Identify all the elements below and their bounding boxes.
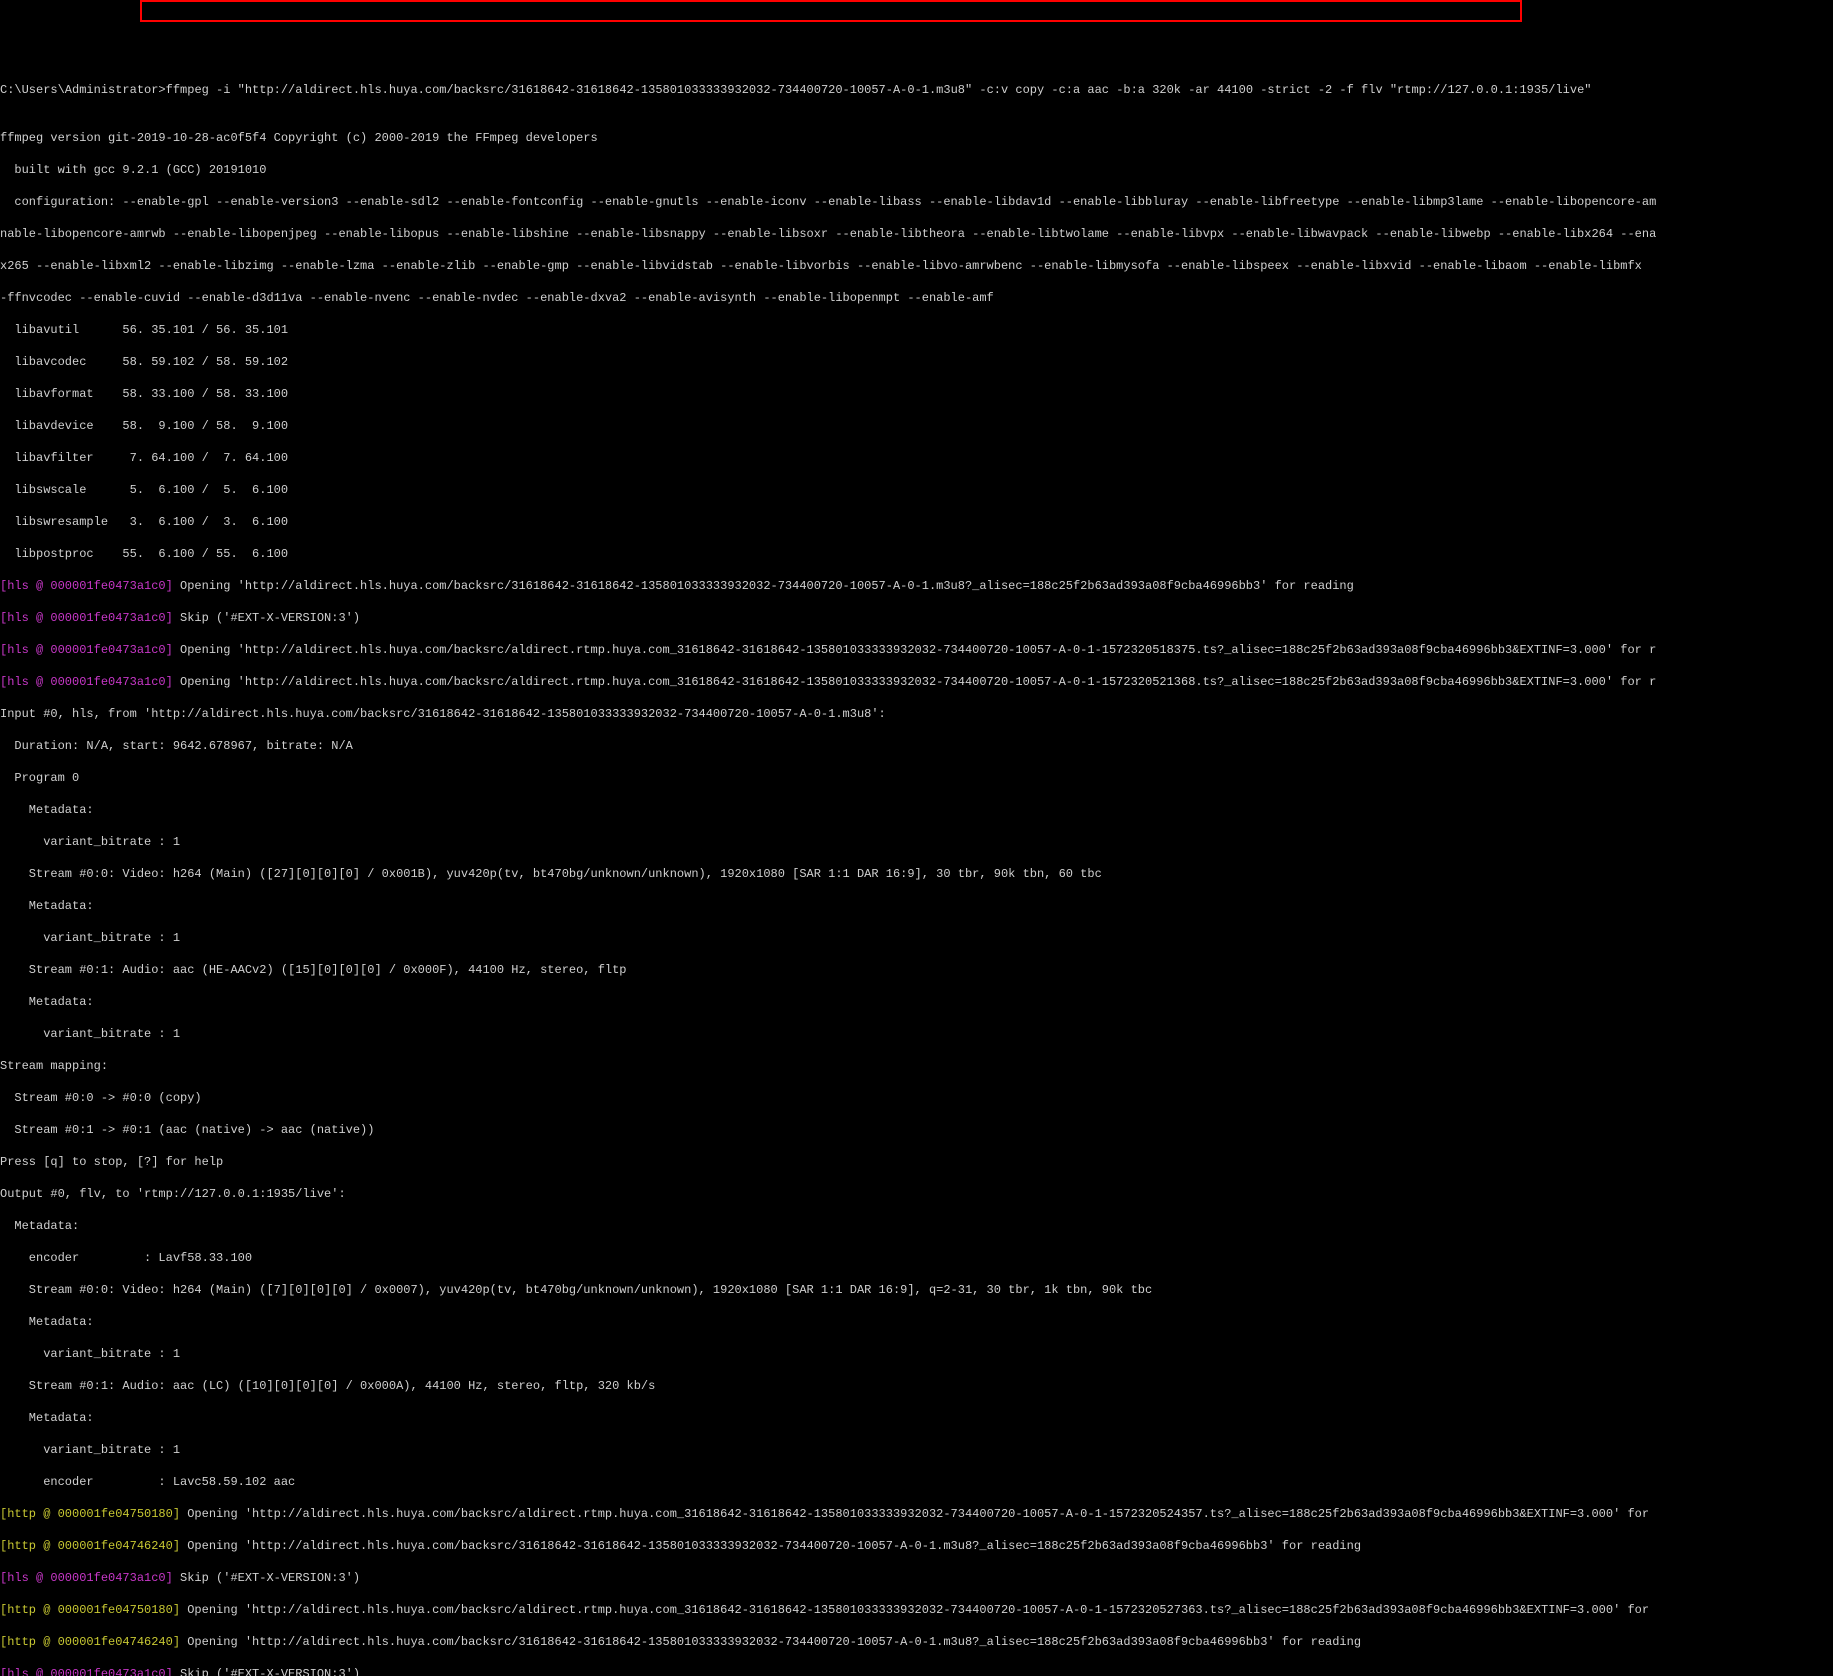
hls-msg-5: Skip ('#EXT-X-VERSION:3') — [173, 1571, 360, 1585]
http-tag-4: [http @ 000001fe04746240] — [0, 1635, 180, 1649]
hls-msg-4: Opening 'http://aldirect.hls.huya.com/ba… — [173, 675, 1656, 689]
libavfilter: libavfilter 7. 64.100 / 7. 64.100 — [0, 450, 1833, 466]
hls-msg-2: Skip ('#EXT-X-VERSION:3') — [173, 611, 360, 625]
encoder-2: encoder : Lavc58.59.102 aac — [0, 1474, 1833, 1490]
libavdevice: libavdevice 58. 9.100 / 58. 9.100 — [0, 418, 1833, 434]
configuration-1: configuration: --enable-gpl --enable-ver… — [0, 194, 1833, 210]
hls-tag-5: [hls @ 000001fe0473a1c0] — [0, 1571, 173, 1585]
http-msg-1: Opening 'http://aldirect.hls.huya.com/ba… — [180, 1507, 1649, 1521]
http-tag-3: [http @ 000001fe04750180] — [0, 1603, 180, 1617]
http-msg-2: Opening 'http://aldirect.hls.huya.com/ba… — [180, 1539, 1361, 1553]
metadata-4: Metadata: — [0, 1218, 1833, 1234]
metadata-6: Metadata: — [0, 1410, 1833, 1426]
map-0-0: Stream #0:0 -> #0:0 (copy) — [0, 1090, 1833, 1106]
hls-tag-4: [hls @ 000001fe0473a1c0] — [0, 675, 173, 689]
encoder-1: encoder : Lavf58.33.100 — [0, 1250, 1833, 1266]
built-with: built with gcc 9.2.1 (GCC) 20191010 — [0, 162, 1833, 178]
prompt-text: C:\Users\Administrator> — [0, 83, 166, 97]
http-tag-1: [http @ 000001fe04750180] — [0, 1507, 180, 1521]
program-0: Program 0 — [0, 770, 1833, 786]
metadata-3: Metadata: — [0, 994, 1833, 1010]
map-0-1: Stream #0:1 -> #0:1 (aac (native) -> aac… — [0, 1122, 1833, 1138]
input-header: Input #0, hls, from 'http://aldirect.hls… — [0, 706, 1833, 722]
variant-bitrate-5: variant_bitrate : 1 — [0, 1442, 1833, 1458]
hls-msg-3: Opening 'http://aldirect.hls.huya.com/ba… — [173, 643, 1656, 657]
stream-0-1-in: Stream #0:1: Audio: aac (HE-AACv2) ([15]… — [0, 962, 1833, 978]
hls-tag-1: [hls @ 000001fe0473a1c0] — [0, 579, 173, 593]
press-q: Press [q] to stop, [?] for help — [0, 1154, 1833, 1170]
hls-msg-6: Skip ('#EXT-X-VERSION:3') — [173, 1667, 360, 1676]
libavcodec: libavcodec 58. 59.102 / 58. 59.102 — [0, 354, 1833, 370]
configuration-3: x265 --enable-libxml2 --enable-libzimg -… — [0, 258, 1833, 274]
stream-0-0-in: Stream #0:0: Video: h264 (Main) ([27][0]… — [0, 866, 1833, 882]
variant-bitrate-4: variant_bitrate : 1 — [0, 1346, 1833, 1362]
http-msg-3: Opening 'http://aldirect.hls.huya.com/ba… — [180, 1603, 1649, 1617]
stream-mapping: Stream mapping: — [0, 1058, 1833, 1074]
http-tag-2: [http @ 000001fe04746240] — [0, 1539, 180, 1553]
hls-tag-6: [hls @ 000001fe0473a1c0] — [0, 1667, 173, 1676]
hls-tag-3: [hls @ 000001fe0473a1c0] — [0, 643, 173, 657]
duration: Duration: N/A, start: 9642.678967, bitra… — [0, 738, 1833, 754]
metadata-2: Metadata: — [0, 898, 1833, 914]
variant-bitrate-3: variant_bitrate : 1 — [0, 1026, 1833, 1042]
configuration-4: -ffnvcodec --enable-cuvid --enable-d3d11… — [0, 290, 1833, 306]
libpostproc: libpostproc 55. 6.100 / 55. 6.100 — [0, 546, 1833, 562]
stream-0-1-out: Stream #0:1: Audio: aac (LC) ([10][0][0]… — [0, 1378, 1833, 1394]
libswresample: libswresample 3. 6.100 / 3. 6.100 — [0, 514, 1833, 530]
http-msg-4: Opening 'http://aldirect.hls.huya.com/ba… — [180, 1635, 1361, 1649]
terminal-output: C:\Users\Administrator>ffmpeg -i "http:/… — [0, 64, 1833, 1676]
ffmpeg-command: ffmpeg -i "http://aldirect.hls.huya.com/… — [166, 83, 1592, 97]
libavutil: libavutil 56. 35.101 / 56. 35.101 — [0, 322, 1833, 338]
libavformat: libavformat 58. 33.100 / 58. 33.100 — [0, 386, 1833, 402]
output-header: Output #0, flv, to 'rtmp://127.0.0.1:193… — [0, 1186, 1833, 1202]
variant-bitrate-2: variant_bitrate : 1 — [0, 930, 1833, 946]
hls-msg-1: Opening 'http://aldirect.hls.huya.com/ba… — [173, 579, 1354, 593]
configuration-2: nable-libopencore-amrwb --enable-libopen… — [0, 226, 1833, 242]
command-highlight-box — [140, 0, 1522, 22]
metadata-5: Metadata: — [0, 1314, 1833, 1330]
metadata-1: Metadata: — [0, 802, 1833, 818]
libswscale: libswscale 5. 6.100 / 5. 6.100 — [0, 482, 1833, 498]
variant-bitrate-1: variant_bitrate : 1 — [0, 834, 1833, 850]
stream-0-0-out: Stream #0:0: Video: h264 (Main) ([7][0][… — [0, 1282, 1833, 1298]
version-line: ffmpeg version git-2019-10-28-ac0f5f4 Co… — [0, 130, 1833, 146]
hls-tag-2: [hls @ 000001fe0473a1c0] — [0, 611, 173, 625]
